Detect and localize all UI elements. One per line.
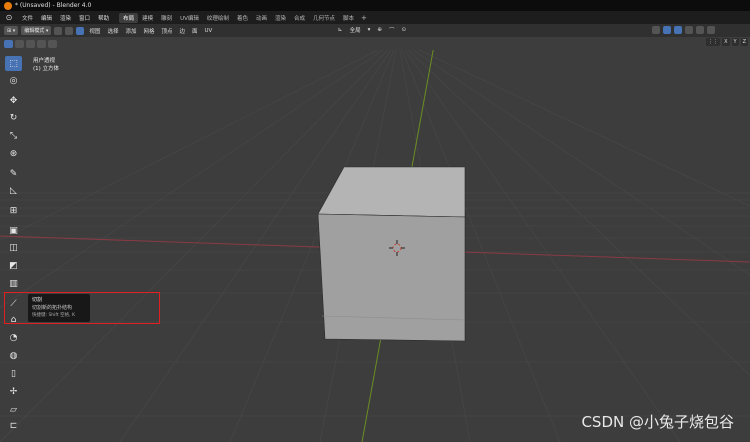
menu-select[interactable]: 选择 bbox=[105, 27, 120, 35]
cursor-icon[interactable]: ◎ bbox=[5, 73, 22, 88]
loop-cut-icon[interactable]: ▥ bbox=[5, 276, 22, 291]
menu-add[interactable]: 添加 bbox=[123, 27, 138, 35]
tab-layout[interactable]: 布局 bbox=[119, 12, 139, 23]
edge-slide-icon[interactable]: ▯ bbox=[5, 366, 22, 381]
face-select-icon[interactable] bbox=[76, 26, 85, 35]
add-cube-icon[interactable]: ⊞ bbox=[5, 203, 22, 218]
select-extend-icon[interactable] bbox=[15, 39, 24, 48]
tab-shading[interactable]: 着色 bbox=[233, 13, 252, 23]
3d-viewport[interactable] bbox=[0, 50, 750, 442]
select-subtract-icon[interactable] bbox=[26, 39, 35, 48]
cube-mesh[interactable] bbox=[317, 166, 466, 342]
highlight-box bbox=[4, 292, 160, 324]
editor-type-selector[interactable]: ⊞ ▾ bbox=[4, 26, 19, 35]
cube-front-face[interactable] bbox=[317, 213, 466, 342]
blender-menu-icon[interactable]: ⊙ bbox=[3, 13, 15, 23]
watermark: CSDN @小兔子烧包谷 bbox=[581, 413, 734, 431]
mirror-y-button[interactable]: Y bbox=[731, 38, 739, 46]
menu-render[interactable]: 渲染 bbox=[56, 14, 75, 22]
mirror-options-icon[interactable]: ⋮⋮ bbox=[706, 38, 721, 46]
select-invert-icon[interactable] bbox=[37, 39, 46, 48]
tab-uv-editing[interactable]: UV编辑 bbox=[176, 13, 203, 23]
menu-face[interactable]: 面 bbox=[190, 27, 200, 35]
extrude-icon[interactable]: ▣ bbox=[5, 223, 22, 238]
visibility-icon[interactable] bbox=[652, 26, 660, 34]
workspace-tabs: 布局 建模 雕刻 UV编辑 纹理绘制 着色 动画 渲染 合成 几何节点 脚本 + bbox=[119, 11, 370, 24]
blender-logo-icon bbox=[4, 1, 12, 10]
selection-mode-row bbox=[0, 37, 750, 50]
tab-sculpting[interactable]: 雕刻 bbox=[157, 13, 176, 23]
annotate-icon[interactable]: ✎ bbox=[5, 166, 22, 181]
top-menu-bar: ⊙ 文件 编辑 渲染 窗口 帮助 布局 建模 雕刻 UV编辑 纹理绘制 着色 动… bbox=[0, 11, 750, 24]
proportional-edit-icon[interactable]: ⊙ bbox=[400, 27, 409, 33]
snap-icon[interactable]: ⌒ bbox=[387, 26, 397, 34]
transform-icon[interactable]: ⊛ bbox=[5, 146, 22, 161]
rotate-icon[interactable]: ↻ bbox=[5, 110, 22, 125]
orientation-selector[interactable]: 全局 bbox=[348, 26, 363, 34]
menu-help[interactable]: 帮助 bbox=[94, 14, 113, 22]
overlay-icon[interactable] bbox=[674, 26, 682, 34]
menu-file[interactable]: 文件 bbox=[18, 14, 37, 22]
title-bar: * (Unsaved) - Blender 4.0 bbox=[0, 0, 750, 11]
add-workspace-button[interactable]: + bbox=[358, 14, 370, 22]
tab-animation[interactable]: 动画 bbox=[252, 13, 271, 23]
bevel-icon[interactable]: ◩ bbox=[5, 258, 22, 273]
viewport-header: ⊞ ▾ 编辑模式 ▾ 视图 选择 添加 网格 顶点 边 面 UV ⊾ 全局 ▾ … bbox=[0, 24, 750, 37]
tab-compositing[interactable]: 合成 bbox=[290, 13, 309, 23]
overlay-controls bbox=[652, 26, 715, 34]
shading-solid-icon[interactable] bbox=[696, 26, 704, 34]
shading-material-icon[interactable] bbox=[707, 26, 715, 34]
object-name-label: (1) 立方体 bbox=[33, 66, 60, 72]
vertex-select-icon[interactable] bbox=[54, 26, 63, 35]
edge-select-icon[interactable] bbox=[65, 26, 74, 35]
orientation-icon: ⊾ bbox=[338, 27, 343, 33]
menu-edit[interactable]: 编辑 bbox=[37, 14, 56, 22]
mode-selector[interactable]: 编辑模式 ▾ bbox=[21, 26, 52, 35]
move-icon[interactable]: ✥ bbox=[5, 93, 22, 108]
menu-edge[interactable]: 边 bbox=[178, 27, 188, 35]
tab-texture-paint[interactable]: 纹理绘制 bbox=[203, 13, 233, 23]
pivot-icon[interactable]: ⊕ bbox=[375, 27, 384, 33]
mirror-axis-buttons: ⋮⋮ X Y Z bbox=[706, 38, 748, 46]
shear-icon[interactable]: ▱ bbox=[5, 402, 22, 417]
rip-icon[interactable]: ⊏ bbox=[5, 418, 22, 433]
mirror-x-button[interactable]: X bbox=[722, 38, 730, 46]
scale-icon[interactable]: ⤡ bbox=[5, 128, 22, 143]
mode-label: 编辑模式 bbox=[24, 28, 45, 34]
window-title: * (Unsaved) - Blender 4.0 bbox=[15, 2, 92, 9]
chevron-down-icon: ▾ bbox=[367, 27, 371, 33]
spin-icon[interactable]: ◔ bbox=[5, 330, 22, 345]
smooth-icon[interactable]: ◍ bbox=[5, 348, 22, 363]
measure-icon[interactable]: ◺ bbox=[5, 183, 22, 198]
viewport-scene[interactable] bbox=[0, 50, 750, 442]
menu-mesh[interactable]: 网格 bbox=[141, 27, 156, 35]
menu-window[interactable]: 窗口 bbox=[75, 14, 94, 22]
tab-modeling[interactable]: 建模 bbox=[138, 13, 157, 23]
shrink-fatten-icon[interactable]: ✢ bbox=[5, 384, 22, 399]
transform-controls: ⊾ 全局 ▾ ⊕ ⌒ ⊙ bbox=[336, 26, 408, 34]
cube-top-face[interactable] bbox=[317, 166, 466, 218]
tab-geometry-nodes[interactable]: 几何节点 bbox=[309, 13, 339, 23]
xray-icon[interactable] bbox=[685, 26, 693, 34]
menu-uv[interactable]: UV bbox=[203, 28, 215, 34]
menu-view[interactable]: 视图 bbox=[87, 27, 102, 35]
select-intersect-icon[interactable] bbox=[48, 39, 57, 48]
mirror-z-button[interactable]: Z bbox=[740, 38, 748, 46]
menu-vertex[interactable]: 顶点 bbox=[159, 27, 174, 35]
view-name-label: 用户透视 bbox=[33, 58, 56, 64]
select-box-icon[interactable]: ⬚ bbox=[5, 56, 22, 71]
inset-icon[interactable]: ◫ bbox=[5, 240, 22, 255]
tab-rendering[interactable]: 渲染 bbox=[271, 13, 290, 23]
tab-scripting[interactable]: 脚本 bbox=[339, 13, 358, 23]
select-new-icon[interactable] bbox=[4, 39, 13, 48]
gizmo-icon[interactable] bbox=[663, 26, 671, 34]
